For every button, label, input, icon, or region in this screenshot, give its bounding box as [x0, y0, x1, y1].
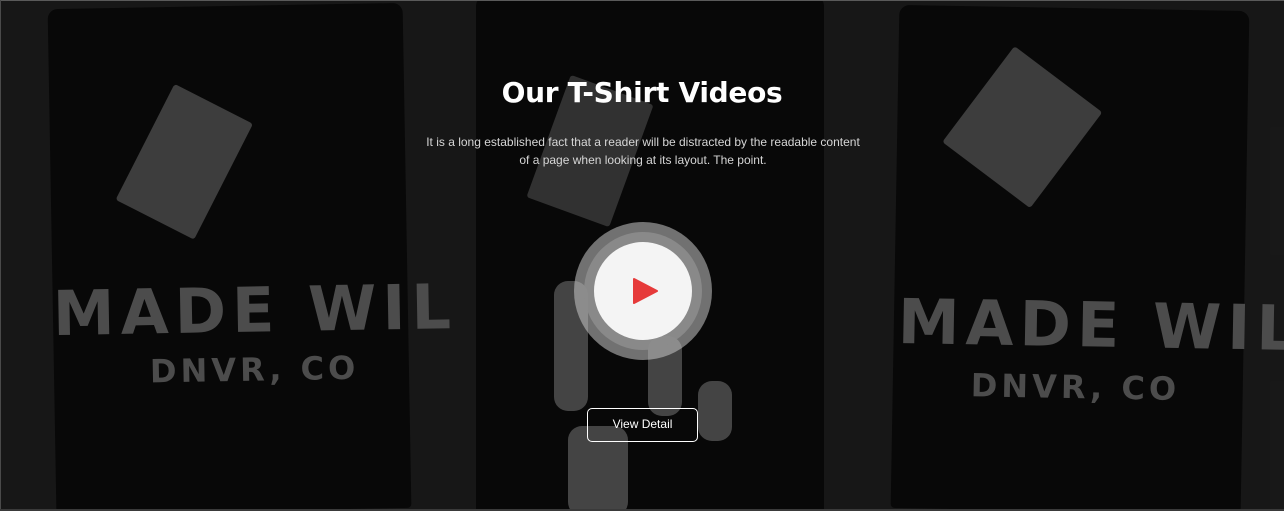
- video-section: MADE WIL DNVR, CO MADE WIL DNVR, CO Our …: [0, 0, 1284, 511]
- view-detail-button[interactable]: View Detail: [587, 408, 698, 442]
- section-title: Our T-Shirt Videos: [501, 76, 783, 109]
- play-video-button[interactable]: [574, 222, 712, 360]
- play-icon: [633, 278, 658, 304]
- play-button-ring: [584, 232, 702, 350]
- section-description: It is a long established fact that a rea…: [426, 135, 860, 167]
- top-border: [0, 0, 1284, 1]
- play-button-disc: [594, 242, 692, 340]
